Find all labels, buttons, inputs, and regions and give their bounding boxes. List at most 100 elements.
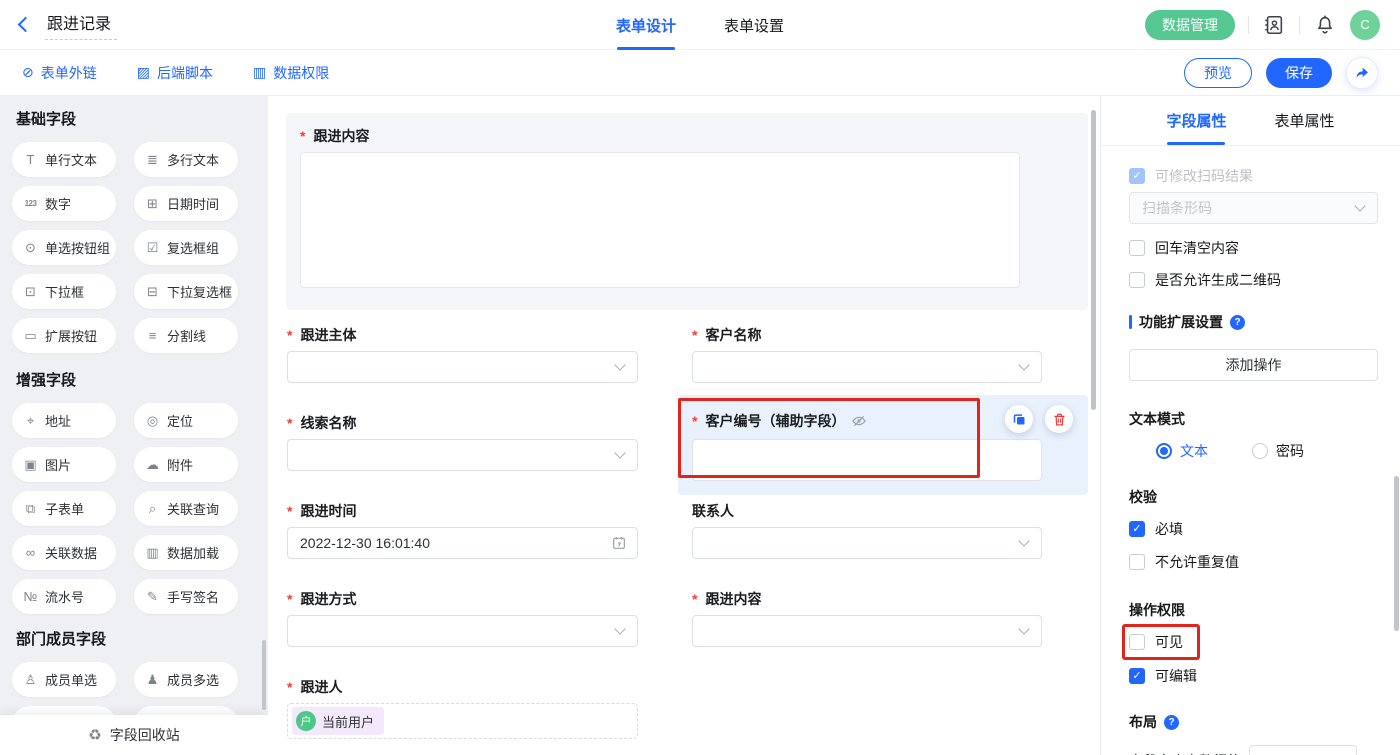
no-duplicate-checkbox[interactable] <box>1129 554 1145 570</box>
backend-script-link[interactable]: ▨ 后端脚本 <box>137 63 213 83</box>
serial-number-icon: № <box>23 589 38 604</box>
sidebar-item-multi-line-text[interactable]: ≣多行文本 <box>134 142 238 177</box>
field-label: 线索名称 <box>287 413 638 433</box>
field-label: 联系人 <box>692 501 1042 521</box>
field-label: 跟进人 <box>287 677 638 697</box>
avatar[interactable]: C <box>1350 10 1380 40</box>
editable-checkbox[interactable]: ✓ <box>1129 668 1145 684</box>
field-label: 跟进内容 <box>300 126 1074 146</box>
customer-no-input[interactable] <box>692 439 1042 481</box>
signature-icon: ✎ <box>145 589 160 605</box>
customer-name-select[interactable] <box>692 351 1042 383</box>
help-icon[interactable] <box>1230 315 1245 330</box>
follow-content-select[interactable] <box>692 615 1042 647</box>
radio-label: 密码 <box>1276 441 1304 461</box>
sidebar-item-address[interactable]: ⌖地址 <box>12 403 116 438</box>
sidebar-item-dropdown[interactable]: ⊡下拉框 <box>12 274 116 309</box>
form-canvas: 跟进内容 跟进主体 客户名称 线索名称 客户编号（辅助字段） <box>268 96 1100 755</box>
sidebar-item-member-multi[interactable]: ♟成员多选 <box>134 662 238 697</box>
follow-way-select[interactable] <box>287 615 638 647</box>
field-customer-no-selected[interactable]: 客户编号（辅助字段） <box>678 395 1088 495</box>
canvas-scrollbar[interactable] <box>1091 110 1096 410</box>
qrcode-checkbox[interactable] <box>1129 272 1145 288</box>
chevron-down-icon <box>1018 359 1029 370</box>
sidebar-item-datetime[interactable]: ⊞日期时间 <box>134 186 238 221</box>
radio-text[interactable]: 文本 <box>1156 441 1208 461</box>
field-width-select[interactable]: 1/2 <box>1249 745 1357 755</box>
current-user-tag[interactable]: 户 当前用户 <box>292 707 384 735</box>
clue-name-select[interactable] <box>287 439 638 471</box>
sidebar-item-extend-button[interactable]: ▭扩展按钮 <box>12 318 116 353</box>
panel-content: ✓ 可修改扫码结果 扫描条形码 回车清空内容 是否允许生成二维码 功能扩展设置 … <box>1101 146 1400 755</box>
section-title: 功能扩展设置 <box>1139 312 1223 332</box>
field-follow-subject[interactable]: 跟进主体 <box>287 325 638 383</box>
field-customer-name[interactable]: 客户名称 <box>692 325 1042 383</box>
sidebar-item-radio-group[interactable]: ⊙单选按钮组 <box>12 230 116 265</box>
follow-subject-select[interactable] <box>287 351 638 383</box>
sidebar-item-location[interactable]: ◎定位 <box>134 403 238 438</box>
sidebar-item-single-line-text[interactable]: T单行文本 <box>12 142 116 177</box>
bell-icon[interactable] <box>1313 13 1337 37</box>
field-follow-content[interactable]: 跟进内容 <box>286 113 1088 310</box>
share-button[interactable] <box>1346 57 1378 89</box>
scan-result-checkbox[interactable]: ✓ <box>1129 168 1145 184</box>
data-manage-button[interactable]: 数据管理 <box>1145 10 1235 40</box>
field-contact[interactable]: 联系人 <box>692 501 1042 559</box>
field-label: 跟进内容 <box>692 589 1042 609</box>
panel-scrollbar[interactable] <box>1394 476 1399 631</box>
follow-time-input[interactable]: 2022-12-30 16:01:40 <box>287 527 638 559</box>
field-follow-way[interactable]: 跟进方式 <box>287 589 638 647</box>
follow-content-textarea[interactable] <box>300 152 1020 288</box>
tab-form-settings[interactable]: 表单设置 <box>724 0 784 50</box>
sidebar-item-attachment[interactable]: ☁附件 <box>134 447 238 482</box>
contacts-icon[interactable] <box>1262 13 1286 37</box>
visible-checkbox[interactable] <box>1129 634 1145 650</box>
add-action-button[interactable]: 添加操作 <box>1129 349 1378 381</box>
enhanced-fields-grid: ⌖地址 ◎定位 ▣图片 ☁附件 ⧉子表单 ⌕关联查询 ∞关联数据 ▥数据加载 №… <box>0 403 268 614</box>
toolbar-right: 预览 保存 <box>1184 57 1378 89</box>
required-checkbox[interactable]: ✓ <box>1129 521 1145 537</box>
enter-clear-checkbox[interactable] <box>1129 240 1145 256</box>
sidebar-item-divider-line[interactable]: ≡分割线 <box>134 318 238 353</box>
sidebar-item-number[interactable]: 123数字 <box>12 186 116 221</box>
link-icon: ⊘ <box>22 64 34 81</box>
save-button[interactable]: 保存 <box>1266 58 1332 88</box>
field-follow-time[interactable]: 跟进时间 2022-12-30 16:01:40 <box>287 501 638 559</box>
data-permission-link[interactable]: ▥ 数据权限 <box>253 63 329 83</box>
scan-type-select[interactable]: 扫描条形码 <box>1129 192 1378 224</box>
sidebar-item-serial-number[interactable]: №流水号 <box>12 579 116 614</box>
back-icon[interactable] <box>18 17 34 33</box>
permission-title: 操作权限 <box>1129 600 1378 620</box>
sidebar-item-relation-query[interactable]: ⌕关联查询 <box>134 491 238 526</box>
tab-form-properties[interactable]: 表单属性 <box>1275 96 1335 145</box>
delete-field-button[interactable] <box>1045 405 1073 433</box>
form-external-link[interactable]: ⊘ 表单外链 <box>22 63 97 83</box>
field-follow-person[interactable]: 跟进人 户 当前用户 <box>287 677 638 739</box>
field-follow-content-select[interactable]: 跟进内容 <box>692 589 1042 647</box>
radio-password[interactable]: 密码 <box>1252 441 1304 461</box>
copy-field-button[interactable] <box>1005 405 1033 433</box>
tab-field-properties[interactable]: 字段属性 <box>1166 96 1226 145</box>
sidebar-item-data-load[interactable]: ▥数据加载 <box>134 535 238 570</box>
sidebar-item-sub-form[interactable]: ⧉子表单 <box>12 491 116 526</box>
preview-button[interactable]: 预览 <box>1184 58 1252 88</box>
sidebar-scrollbar[interactable] <box>262 640 266 710</box>
follow-person-picker[interactable]: 户 当前用户 <box>287 703 638 739</box>
sidebar-item-image[interactable]: ▣图片 <box>12 447 116 482</box>
chevron-down-icon <box>614 623 625 634</box>
field-recycle-bin[interactable]: ♻ 字段回收站 <box>0 715 268 755</box>
field-clue-name[interactable]: 线索名称 <box>287 413 638 471</box>
form-title[interactable]: 跟进记录 <box>45 10 117 40</box>
section-title-member: 部门成员字段 <box>0 630 268 650</box>
radio-icon <box>1252 443 1268 459</box>
sidebar-item-relation-data[interactable]: ∞关联数据 <box>12 535 116 570</box>
help-icon[interactable] <box>1164 715 1179 730</box>
sidebar-item-member-single[interactable]: ♙成员单选 <box>12 662 116 697</box>
contact-select[interactable] <box>692 527 1042 559</box>
member-fields-grid: ♙成员单选 ♟成员多选 <box>0 662 268 697</box>
item-label: 数据加载 <box>167 543 219 562</box>
tab-form-design[interactable]: 表单设计 <box>616 0 676 50</box>
sidebar-item-multi-dropdown[interactable]: ⊟下拉复选框 <box>134 274 238 309</box>
sidebar-item-checkbox-group[interactable]: ☑复选框组 <box>134 230 238 265</box>
sidebar-item-signature[interactable]: ✎手写签名 <box>134 579 238 614</box>
